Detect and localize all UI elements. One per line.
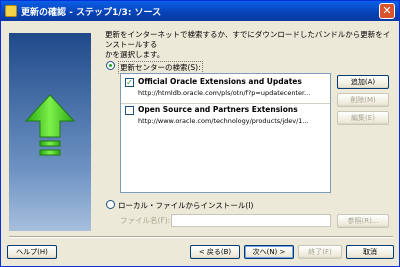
- green-up-arrow-icon: [24, 94, 76, 156]
- add-button[interactable]: 追加(A): [337, 75, 389, 89]
- checkbox-unchecked-icon[interactable]: [125, 106, 134, 115]
- help-button[interactable]: ヘルプ(H): [7, 245, 57, 259]
- browse-button[interactable]: 参照(R)...: [337, 214, 389, 228]
- file-name-input[interactable]: [171, 214, 331, 227]
- update-dialog-window: 更新の確認 - ステップ1/3: ソース ✕ 更新をインターネットで検索するか、…: [0, 0, 400, 267]
- intro-text: 更新をインターネットで検索するか、すでにダウンロードしたバンドルから更新をインス…: [105, 30, 391, 59]
- next-button[interactable]: 次へ(N) >: [244, 245, 294, 259]
- finish-button[interactable]: 終了(F): [298, 245, 342, 259]
- update-center-url: http://htmldb.oracle.com/pls/otn/f?p=upd…: [138, 89, 311, 97]
- footer-divider: [9, 236, 393, 238]
- back-button[interactable]: < 戻る(B): [190, 245, 240, 259]
- update-center-url: http://www.oracle.com/technology/product…: [138, 117, 309, 125]
- close-button[interactable]: ✕: [379, 3, 395, 19]
- local-file-radio[interactable]: [106, 200, 115, 209]
- checkbox-checked-icon[interactable]: ✓: [125, 78, 134, 87]
- local-file-label[interactable]: ローカル・ファイルからインストール(I): [118, 200, 253, 211]
- wizard-side-panel: [9, 33, 91, 231]
- window-title: 更新の確認 - ステップ1/3: ソース: [21, 8, 162, 18]
- update-center-list[interactable]: ✓ Official Oracle Extensions and Updates…: [120, 73, 331, 193]
- update-app-icon: [5, 5, 17, 17]
- file-name-label: ファイル名(F):: [120, 216, 171, 225]
- list-item[interactable]: ✓ Official Oracle Extensions and Updates…: [121, 76, 330, 101]
- delete-button[interactable]: 削除(M): [337, 93, 389, 107]
- list-item[interactable]: Open Source and Partners Extensions http…: [121, 103, 330, 129]
- title-bar[interactable]: 更新の確認 - ステップ1/3: ソース ✕: [1, 1, 399, 21]
- update-center-title: Open Source and Partners Extensions: [138, 105, 298, 114]
- search-update-center-radio[interactable]: [106, 61, 115, 70]
- cancel-button[interactable]: 取消: [346, 245, 394, 259]
- edit-button[interactable]: 編集(E): [337, 111, 389, 125]
- update-center-title: Official Oracle Extensions and Updates: [138, 77, 302, 86]
